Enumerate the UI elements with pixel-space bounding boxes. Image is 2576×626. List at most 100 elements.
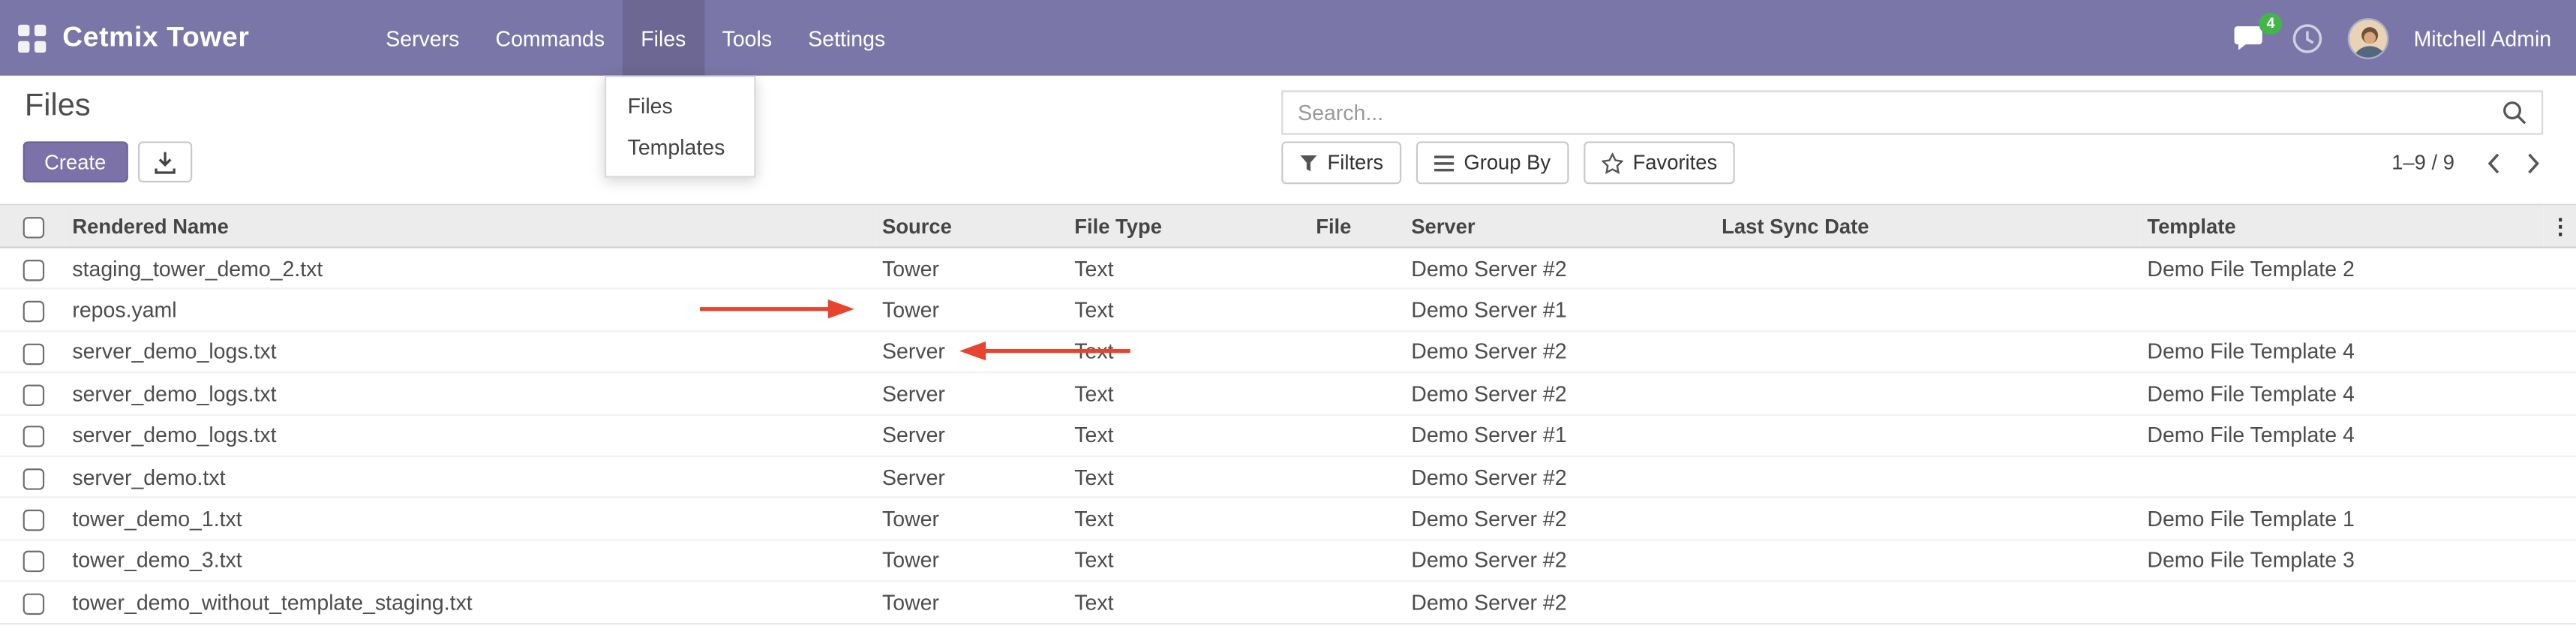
table-row[interactable]: tower_demo_3.txtTowerTextDemo Server #2D… — [0, 540, 2576, 582]
cell-file — [1309, 289, 1404, 331]
row-checkbox[interactable] — [23, 259, 44, 280]
row-select-cell — [0, 372, 66, 414]
control-panel: Files Create — [0, 76, 2576, 204]
star-icon — [1602, 152, 1623, 173]
column-header-file[interactable]: File — [1309, 205, 1404, 248]
cell-template — [2141, 456, 2544, 498]
column-header-template[interactable]: Template — [2141, 205, 2544, 248]
favorites-button[interactable]: Favorites — [1584, 141, 1735, 184]
cell-rendered-name: tower_demo_without_template_staging.txt — [66, 581, 876, 623]
search-box — [1281, 90, 2543, 134]
table-row[interactable]: server_demo_logs.txtServerTextDemo Serve… — [0, 372, 2576, 414]
avatar[interactable] — [2348, 17, 2389, 59]
cell-template: Demo File Template 4 — [2141, 331, 2544, 373]
messages-button[interactable]: 4 — [2235, 24, 2268, 52]
group-by-label: Group By — [1464, 151, 1551, 174]
optional-columns-button[interactable]: ⋮ — [2543, 205, 2576, 248]
row-checkbox[interactable] — [23, 426, 44, 447]
row-checkbox[interactable] — [23, 468, 44, 489]
chevron-right-icon — [2526, 152, 2540, 173]
row-select-cell — [0, 248, 66, 290]
column-header-file-type[interactable]: File Type — [1068, 205, 1310, 248]
row-end-cell — [2543, 331, 2576, 373]
menu-tools[interactable]: Tools — [704, 0, 791, 76]
files-dropdown: FilesTemplates — [605, 76, 755, 178]
app-brand[interactable]: Cetmix Tower — [62, 0, 249, 76]
cell-server: Demo Server #1 — [1404, 414, 1715, 456]
pager-previous-button[interactable] — [2474, 143, 2514, 183]
table-row[interactable]: server_demo_logs.txtServerTextDemo Serve… — [0, 414, 2576, 456]
dropdown-item-templates[interactable]: Templates — [606, 127, 754, 168]
apps-menu-button[interactable] — [0, 0, 62, 76]
menu-servers[interactable]: Servers — [368, 0, 477, 76]
cell-file-type: Text — [1068, 289, 1310, 331]
menu-settings[interactable]: Settings — [790, 0, 903, 76]
row-select-cell — [0, 414, 66, 456]
row-checkbox[interactable] — [23, 301, 44, 322]
row-end-cell — [2543, 456, 2576, 498]
search-icon[interactable] — [2496, 101, 2541, 125]
cell-rendered-name: tower_demo_1.txt — [66, 498, 876, 540]
column-header-source[interactable]: Source — [875, 205, 1067, 248]
cell-last-sync-date — [1715, 414, 2140, 456]
row-checkbox[interactable] — [23, 552, 44, 573]
cell-file-type: Text — [1068, 331, 1310, 373]
cell-template: Demo File Template 4 — [2141, 372, 2544, 414]
cell-server: Demo Server #2 — [1404, 456, 1715, 498]
vertical-dots-icon: ⋮ — [2550, 213, 2571, 238]
cell-template: Demo File Template 2 — [2141, 248, 2544, 290]
cell-server: Demo Server #1 — [1404, 289, 1715, 331]
export-button[interactable] — [137, 141, 191, 182]
row-select-cell — [0, 498, 66, 540]
column-header-last-sync-date[interactable]: Last Sync Date — [1715, 205, 2140, 248]
funnel-icon — [1299, 154, 1317, 172]
row-end-cell — [2543, 414, 2576, 456]
table-row[interactable]: server_demo.txtServerTextDemo Server #2 — [0, 456, 2576, 498]
dropdown-item-files[interactable]: Files — [606, 86, 754, 127]
row-select-cell — [0, 540, 66, 582]
row-checkbox[interactable] — [23, 593, 44, 614]
table-row[interactable]: staging_tower_demo_2.txtTowerTextDemo Se… — [0, 248, 2576, 290]
cell-rendered-name: server_demo.txt — [66, 456, 876, 498]
cell-rendered-name: repos.yaml — [66, 289, 876, 331]
cell-last-sync-date — [1715, 456, 2140, 498]
create-button[interactable]: Create — [23, 141, 128, 182]
select-all-header — [0, 205, 66, 248]
cell-template: Demo File Template 1 — [2141, 498, 2544, 540]
table-row[interactable]: server_demo_logs.txtServerTextDemo Serve… — [0, 331, 2576, 373]
menu-files[interactable]: Files — [623, 0, 704, 76]
menu-commands[interactable]: Commands — [477, 0, 623, 76]
cell-rendered-name: server_demo_logs.txt — [66, 331, 876, 373]
pager-range[interactable]: 1–9 / 9 — [2391, 151, 2454, 174]
cell-file — [1309, 498, 1404, 540]
cell-source: Server — [875, 456, 1067, 498]
cell-source: Server — [875, 331, 1067, 373]
column-header-server[interactable]: Server — [1404, 205, 1715, 248]
column-header-rendered-name[interactable]: Rendered Name — [66, 205, 876, 248]
table-row[interactable]: tower_demo_1.txtTowerTextDemo Server #2D… — [0, 498, 2576, 540]
row-checkbox[interactable] — [23, 510, 44, 531]
table-row[interactable]: tower_demo_without_template_staging.txtT… — [0, 581, 2576, 623]
search-input[interactable] — [1283, 101, 2495, 125]
select-all-checkbox[interactable] — [23, 216, 44, 237]
row-checkbox[interactable] — [23, 343, 44, 364]
user-menu[interactable]: Mitchell Admin — [2414, 26, 2552, 50]
pager-next-button[interactable] — [2514, 143, 2553, 183]
activities-button[interactable] — [2292, 23, 2324, 54]
cell-last-sync-date — [1715, 498, 2140, 540]
cell-file-type: Text — [1068, 372, 1310, 414]
filters-button[interactable]: Filters — [1281, 141, 1401, 184]
cell-file — [1309, 331, 1404, 373]
download-icon — [154, 150, 175, 173]
cell-server: Demo Server #2 — [1404, 248, 1715, 290]
row-select-cell — [0, 289, 66, 331]
favorites-label: Favorites — [1633, 151, 1718, 174]
cell-server: Demo Server #2 — [1404, 498, 1715, 540]
row-select-cell — [0, 456, 66, 498]
table-row[interactable]: repos.yamlTowerTextDemo Server #1 — [0, 289, 2576, 331]
group-by-button[interactable]: Group By — [1416, 141, 1569, 184]
row-checkbox[interactable] — [23, 384, 44, 405]
search-options-row: Filters Group By — [1281, 141, 2553, 184]
cell-file — [1309, 414, 1404, 456]
cell-rendered-name: server_demo_logs.txt — [66, 414, 876, 456]
